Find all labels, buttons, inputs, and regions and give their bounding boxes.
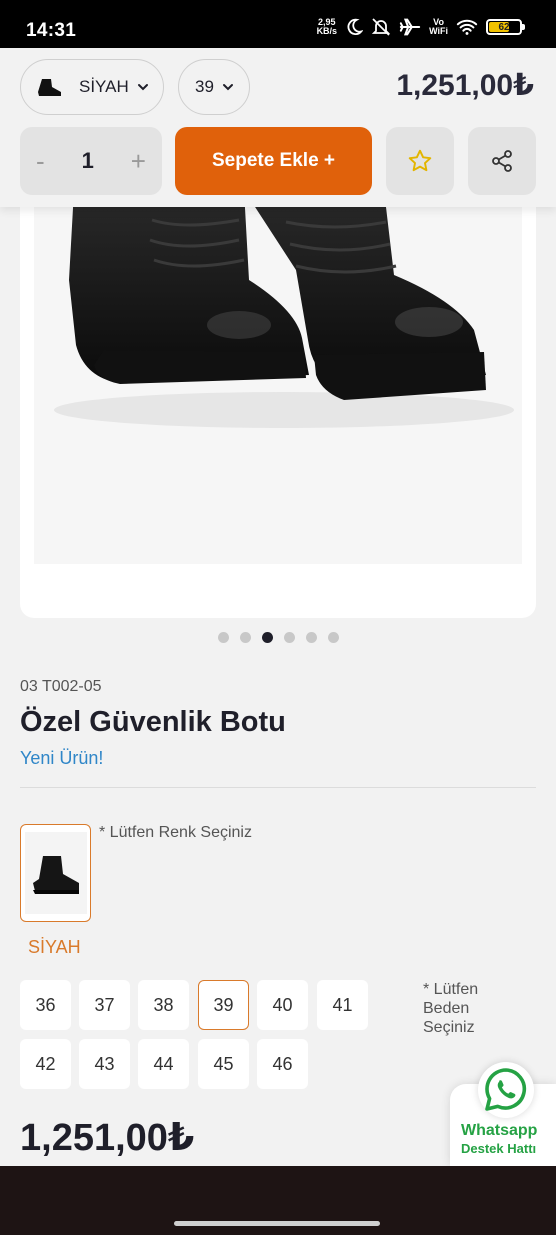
size-option-36[interactable]: 36 bbox=[20, 980, 71, 1030]
selected-color-label: SİYAH bbox=[28, 937, 81, 957]
gallery-pagination bbox=[0, 632, 556, 643]
size-option-40[interactable]: 40 bbox=[257, 980, 308, 1030]
star-icon bbox=[408, 149, 432, 172]
size-option-39[interactable]: 39 bbox=[198, 980, 249, 1030]
home-gesture-handle[interactable] bbox=[174, 1221, 380, 1226]
size-option-44[interactable]: 44 bbox=[138, 1039, 189, 1089]
whatsapp-title: Whatsapp bbox=[461, 1122, 538, 1139]
product-title: Özel Güvenlik Botu bbox=[20, 706, 286, 738]
bell-muted-icon bbox=[371, 18, 391, 36]
chevron-down-icon bbox=[137, 84, 148, 91]
size-prompt: * Lütfen Beden Seçiniz bbox=[423, 981, 479, 1036]
chevron-down-icon bbox=[222, 84, 233, 91]
header-price: 1,251,00₺ bbox=[396, 69, 534, 102]
whatsapp-icon bbox=[485, 1068, 527, 1111]
whatsapp-subtitle: Destek Hattı bbox=[461, 1141, 537, 1156]
boot-thumbnail-icon bbox=[35, 72, 65, 102]
add-to-cart-button[interactable]: Sepete Ekle + bbox=[175, 127, 372, 195]
status-time: 14:31 bbox=[26, 20, 77, 41]
size-option-42[interactable]: 42 bbox=[20, 1039, 71, 1089]
size-option-45[interactable]: 45 bbox=[198, 1039, 249, 1089]
gallery-dot-4[interactable] bbox=[283, 632, 295, 643]
size-option-46[interactable]: 46 bbox=[257, 1039, 308, 1089]
gallery-dot-6[interactable] bbox=[327, 632, 339, 643]
share-icon bbox=[492, 150, 512, 172]
airplane-icon bbox=[399, 18, 421, 36]
gallery-dot-2[interactable] bbox=[239, 632, 251, 643]
sticky-purchase-bar: SİYAH 39 1,251,00₺ - 1 + Sepete Ekle + bbox=[0, 48, 556, 207]
boot-swatch-image bbox=[24, 832, 87, 914]
quantity-minus-button[interactable]: - bbox=[36, 146, 45, 177]
size-option-43[interactable]: 43 bbox=[79, 1039, 130, 1089]
size-dropdown-label: 39 bbox=[195, 77, 214, 96]
status-icons: 2,95 KB/s Vo WiFi 62 bbox=[317, 17, 525, 37]
quantity-stepper: - 1 + bbox=[20, 127, 162, 195]
color-option-black[interactable] bbox=[20, 824, 91, 922]
quantity-plus-button[interactable]: + bbox=[131, 146, 146, 177]
favorite-button[interactable] bbox=[386, 127, 454, 195]
product-image-card[interactable] bbox=[20, 160, 536, 618]
status-bar: 14:31 2,95 KB/s Vo WiFi 62 bbox=[0, 0, 556, 48]
color-dropdown-label: SİYAH bbox=[79, 77, 129, 96]
battery-icon: 62 bbox=[486, 19, 525, 35]
vowifi-indicator: Vo WiFi bbox=[429, 18, 448, 36]
size-dropdown[interactable]: 39 bbox=[178, 59, 250, 115]
color-prompt: * Lütfen Renk Seçiniz bbox=[99, 824, 252, 841]
whatsapp-button[interactable] bbox=[478, 1062, 534, 1118]
size-option-38[interactable]: 38 bbox=[138, 980, 189, 1030]
network-speed-unit: KB/s bbox=[316, 26, 338, 36]
divider bbox=[20, 787, 536, 788]
wifi-icon bbox=[456, 19, 478, 35]
product-price: 1,251,00₺ bbox=[20, 1117, 195, 1159]
size-option-37[interactable]: 37 bbox=[79, 980, 130, 1030]
new-product-badge: Yeni Ürün! bbox=[20, 748, 104, 768]
share-button[interactable] bbox=[468, 127, 536, 195]
product-sku: 03 T002-05 bbox=[20, 678, 102, 695]
vowifi-bottom: WiFi bbox=[429, 26, 448, 36]
product-image bbox=[34, 160, 522, 564]
quantity-value: 1 bbox=[81, 148, 94, 173]
color-dropdown[interactable]: SİYAH bbox=[20, 59, 164, 115]
boots-image bbox=[54, 190, 514, 428]
size-option-41[interactable]: 41 bbox=[317, 980, 368, 1030]
gallery-dot-1[interactable] bbox=[217, 632, 229, 643]
gallery-dot-5[interactable] bbox=[305, 632, 317, 643]
moon-icon bbox=[347, 18, 364, 36]
battery-level: 62 bbox=[498, 21, 510, 33]
network-speed: 2,95 KB/s bbox=[317, 18, 338, 36]
gallery-dot-3[interactable] bbox=[261, 632, 273, 643]
